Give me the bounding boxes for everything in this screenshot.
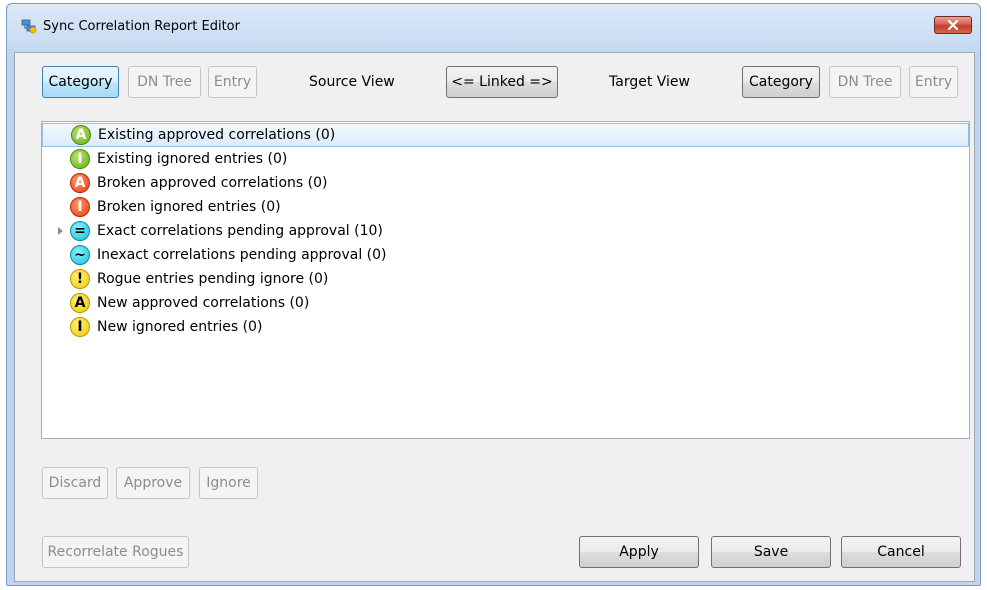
- tree-item-rogue-pending[interactable]: ! Rogue entries pending ignore (0): [42, 267, 969, 291]
- apply-button[interactable]: Apply: [579, 536, 699, 568]
- recorrelate-rogues-button[interactable]: Recorrelate Rogues: [42, 536, 189, 568]
- source-category-button[interactable]: Category: [42, 66, 119, 98]
- discard-button[interactable]: Discard: [42, 467, 108, 499]
- title-bar[interactable]: Sync Correlation Report Editor: [7, 4, 980, 52]
- existing-ignored-icon: I: [70, 149, 90, 169]
- target-entry-button[interactable]: Entry: [909, 66, 958, 98]
- dialog-window: Sync Correlation Report Editor Category …: [6, 3, 981, 586]
- cancel-button[interactable]: Cancel: [841, 536, 961, 568]
- tree-item-label: New approved correlations (0): [97, 295, 310, 311]
- source-entry-button[interactable]: Entry: [208, 66, 257, 98]
- new-approved-icon: A: [70, 293, 90, 313]
- target-view-label: Target View: [609, 74, 690, 90]
- close-icon: [948, 20, 958, 30]
- tree-item-broken-approved[interactable]: A Broken approved correlations (0): [42, 171, 969, 195]
- tree-item-exact-pending[interactable]: = Exact correlations pending approval (1…: [42, 219, 969, 243]
- tree-item-new-approved[interactable]: A New approved correlations (0): [42, 291, 969, 315]
- tree-item-broken-ignored[interactable]: I Broken ignored entries (0): [42, 195, 969, 219]
- tree-item-label: Broken ignored entries (0): [97, 199, 281, 215]
- exact-pending-icon: =: [70, 221, 90, 241]
- close-button[interactable]: [934, 16, 972, 34]
- source-view-label: Source View: [309, 74, 395, 90]
- broken-ignored-icon: I: [70, 197, 90, 217]
- new-ignored-icon: I: [70, 317, 90, 337]
- linked-toggle-button[interactable]: <= Linked =>: [446, 66, 558, 98]
- tree-item-label: New ignored entries (0): [97, 319, 263, 335]
- tree-item-label: Inexact correlations pending approval (0…: [97, 247, 387, 263]
- tree-item-existing-ignored[interactable]: I Existing ignored entries (0): [42, 147, 969, 171]
- ignore-button[interactable]: Ignore: [199, 467, 258, 499]
- rogue-pending-icon: !: [70, 269, 90, 289]
- inexact-pending-icon: ~: [70, 245, 90, 265]
- dialog-content: Category DN Tree Entry Source View <= Li…: [14, 52, 975, 582]
- target-category-button[interactable]: Category: [742, 66, 820, 98]
- tree-item-inexact-pending[interactable]: ~ Inexact correlations pending approval …: [42, 243, 969, 267]
- tree-item-label: Rogue entries pending ignore (0): [97, 271, 329, 287]
- expand-arrow-icon[interactable]: [58, 227, 63, 235]
- source-dn-tree-button[interactable]: DN Tree: [128, 66, 201, 98]
- tree-item-label: Exact correlations pending approval (10): [97, 223, 383, 239]
- approve-button[interactable]: Approve: [116, 467, 190, 499]
- window-title: Sync Correlation Report Editor: [43, 19, 240, 34]
- save-button[interactable]: Save: [711, 536, 831, 568]
- category-tree[interactable]: A Existing approved correlations (0) I E…: [41, 121, 970, 439]
- tree-item-existing-approved[interactable]: A Existing approved correlations (0): [42, 123, 969, 147]
- tree-item-label: Existing ignored entries (0): [97, 151, 288, 167]
- app-icon: [21, 19, 37, 34]
- tree-item-new-ignored[interactable]: I New ignored entries (0): [42, 315, 969, 339]
- target-dn-tree-button[interactable]: DN Tree: [829, 66, 901, 98]
- tree-item-label: Broken approved correlations (0): [97, 175, 328, 191]
- tree-item-label: Existing approved correlations (0): [98, 127, 336, 143]
- existing-approved-icon: A: [71, 125, 91, 145]
- broken-approved-icon: A: [70, 173, 90, 193]
